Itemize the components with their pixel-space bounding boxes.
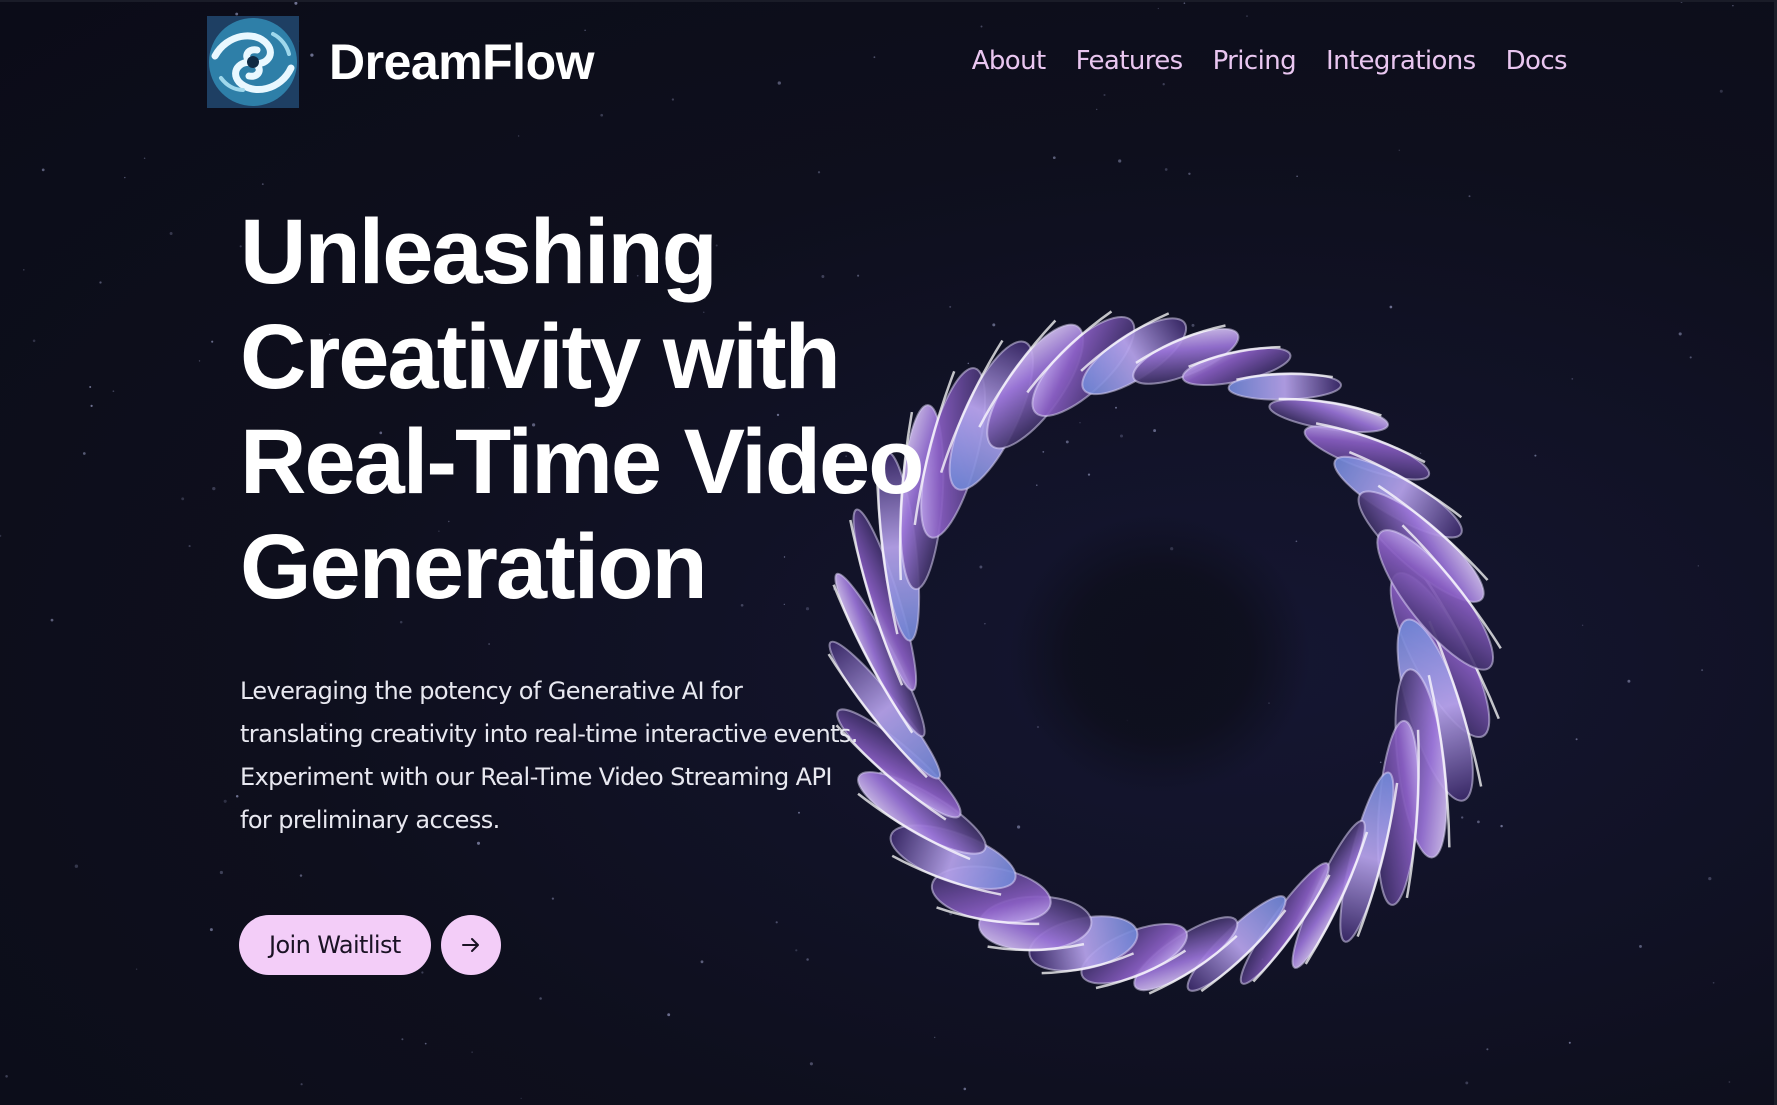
nav-link-about[interactable]: About — [972, 44, 1046, 78]
star-dot — [300, 1083, 303, 1086]
site-header: DreamFlow About Features Pricing Integra… — [207, 16, 1568, 108]
star-dot — [0, 534, 2, 537]
star-dot — [1468, 195, 1471, 198]
star-dot — [1052, 156, 1056, 160]
star-dot — [90, 404, 93, 408]
star-dot — [299, 874, 303, 877]
star-dot — [169, 232, 173, 235]
description-line: Leveraging the potency of Generative AI … — [240, 677, 743, 705]
star-dot — [471, 1051, 473, 1053]
star-dot — [124, 176, 126, 179]
star-dot — [667, 1013, 671, 1017]
star-dot — [99, 281, 102, 284]
star-dot — [520, 1097, 522, 1100]
star-dot — [817, 171, 821, 174]
star-dot — [188, 545, 191, 548]
star-dot — [1571, 378, 1574, 380]
star-dot — [235, 795, 239, 798]
star-dot — [539, 997, 542, 1000]
headline-line: Creativity with — [240, 306, 841, 408]
star-dot — [89, 386, 92, 388]
star-dot — [223, 799, 227, 803]
brand-name[interactable]: DreamFlow — [329, 34, 595, 90]
nav-link-docs[interactable]: Docs — [1506, 44, 1568, 78]
star-dot — [294, 1, 298, 5]
star-dot — [1701, 669, 1704, 672]
star-dot — [1639, 944, 1642, 948]
star-dot — [1678, 332, 1682, 336]
top-border — [0, 0, 1777, 2]
star-dot — [143, 157, 146, 159]
star-dot — [476, 841, 481, 845]
nav-link-features[interactable]: Features — [1076, 44, 1184, 78]
star-dot — [1719, 89, 1723, 93]
star-dot — [181, 497, 185, 501]
description-line: Experiment with our Real-Time Video Stre… — [240, 763, 832, 791]
star-dot — [209, 928, 213, 932]
star-dot — [219, 870, 223, 875]
star-dot — [424, 1042, 427, 1045]
hero-headline: Unleashing Creativity with Real-Time Vid… — [240, 200, 1100, 620]
arrow-right-icon — [461, 938, 479, 952]
star-dot — [1689, 356, 1692, 359]
star-dot — [198, 360, 201, 362]
star-dot — [1708, 876, 1712, 881]
star-dot — [775, 921, 778, 924]
star-dot — [1568, 1041, 1571, 1044]
star-dot — [50, 618, 54, 622]
star-dot — [488, 643, 490, 645]
star-dot — [82, 452, 86, 455]
star-dot — [1627, 679, 1631, 683]
star-dot — [1183, 2, 1186, 5]
headline-line: Unleashing — [240, 201, 718, 303]
star-dot — [1697, 565, 1699, 567]
star-dot — [1712, 981, 1715, 984]
star-dot — [600, 113, 604, 117]
star-dot — [74, 864, 79, 868]
star-dot — [1188, 172, 1191, 176]
star-dot — [212, 486, 216, 491]
star-dot — [1164, 168, 1168, 171]
swirl-wave-logo-icon[interactable] — [207, 16, 299, 108]
star-dot — [517, 135, 520, 137]
star-dot — [1728, 1081, 1731, 1083]
star-dot — [32, 339, 36, 343]
star-dot — [1157, 7, 1159, 10]
star-dot — [211, 340, 214, 343]
arrow-right-button[interactable] — [440, 915, 501, 975]
star-dot — [1296, 175, 1298, 177]
star-dot — [1732, 4, 1734, 7]
main-nav: About Features Pricing Integrations Docs — [972, 44, 1568, 78]
star-dot — [700, 960, 704, 964]
star-dot — [1465, 1081, 1469, 1085]
star-dot — [5, 1075, 8, 1078]
nav-link-integrations[interactable]: Integrations — [1326, 44, 1476, 78]
star-dot — [261, 183, 264, 186]
star-dot — [399, 620, 403, 624]
star-dot — [1096, 108, 1098, 111]
star-dot — [963, 1087, 967, 1091]
page: DreamFlow About Features Pricing Integra… — [0, 0, 1777, 1105]
headline-line: Generation — [240, 516, 708, 618]
star-dot — [1398, 149, 1401, 152]
star-dot — [41, 168, 45, 172]
star-dot — [112, 390, 115, 393]
nav-link-pricing[interactable]: Pricing — [1213, 44, 1297, 78]
hero-description: Leveraging the potency of Generative AI … — [240, 670, 880, 842]
star-dot — [1581, 624, 1584, 626]
star-dot — [135, 968, 138, 970]
star-dot — [235, 12, 239, 16]
description-line: for preliminary access. — [240, 806, 500, 834]
headline-line: Real-Time Video — [240, 411, 924, 513]
star-dot — [551, 897, 555, 900]
join-waitlist-button[interactable]: Join Waitlist — [239, 915, 431, 975]
star-dot — [401, 1038, 404, 1041]
star-dot — [23, 269, 25, 271]
cta-row: Join Waitlist — [239, 915, 501, 975]
star-dot — [1575, 738, 1578, 741]
description-line: translating creativity into real-time in… — [240, 720, 858, 748]
star-dot — [1118, 159, 1122, 163]
